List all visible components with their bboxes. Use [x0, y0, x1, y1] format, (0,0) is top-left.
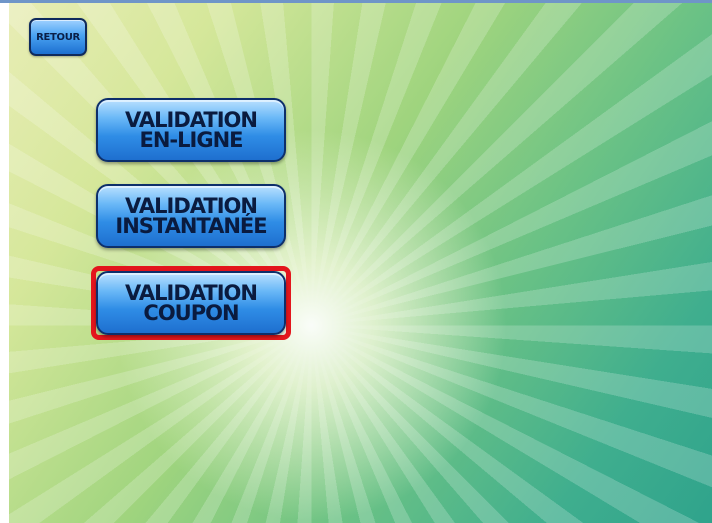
validation-coupon-line1: VALIDATION	[125, 281, 258, 305]
validation-instant-button[interactable]: VALIDATION INSTANTANÉE	[96, 184, 286, 248]
validation-instant-line2: INSTANTANÉE	[115, 214, 267, 238]
back-button[interactable]: RETOUR	[29, 18, 87, 56]
validation-instant-line1: VALIDATION	[125, 194, 258, 218]
validation-online-line1: VALIDATION	[125, 108, 258, 132]
validation-coupon-line2: COUPON	[143, 301, 239, 325]
sunburst-rays	[9, 3, 712, 523]
validation-coupon-button[interactable]: VALIDATION COUPON	[96, 271, 286, 335]
validation-online-line2: EN-LIGNE	[139, 128, 244, 152]
left-margin	[0, 3, 9, 523]
validation-menu-screen: RETOUR VALIDATION EN-LIGNE VALIDATION IN…	[0, 0, 712, 523]
validation-online-button[interactable]: VALIDATION EN-LIGNE	[96, 98, 286, 162]
